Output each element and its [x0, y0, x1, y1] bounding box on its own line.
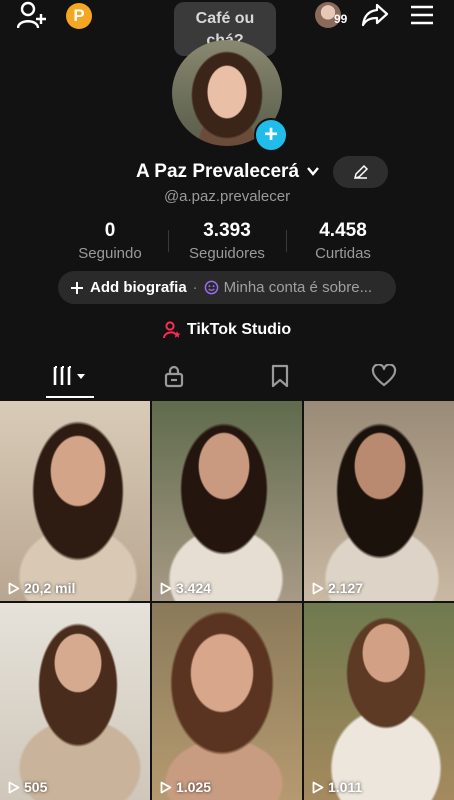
add-avatar-plus-icon[interactable]: +	[254, 118, 288, 152]
tab-liked[interactable]	[362, 356, 406, 396]
view-count: 505	[8, 779, 47, 795]
pencil-icon	[353, 164, 368, 180]
view-count-value: 3.424	[176, 580, 212, 596]
studio-label: TikTok Studio	[186, 321, 292, 338]
stats-row: 0 Seguindo 3.393 Seguidores 4.458 Curtid…	[0, 220, 454, 264]
tiktok-studio-link[interactable]: TikTok Studio	[0, 318, 454, 342]
video-thumbnail[interactable]: 1.011	[304, 603, 454, 800]
play-icon	[8, 781, 20, 793]
heart-icon	[371, 364, 397, 387]
smiley-icon	[204, 280, 219, 295]
stat-divider	[286, 230, 287, 252]
chevron-down-icon[interactable]	[306, 164, 320, 178]
plus-icon	[71, 281, 83, 294]
stat-likes[interactable]: 4.458 Curtidas	[293, 220, 393, 262]
view-count: 1.025	[160, 779, 211, 795]
stat-following-label: Seguindo	[78, 245, 142, 262]
edit-profile-button[interactable]	[333, 156, 388, 188]
video-thumbnail[interactable]: 505	[0, 603, 150, 800]
view-count: 3.424	[160, 580, 211, 596]
stat-followers[interactable]: 3.393 Seguidores	[177, 220, 277, 262]
video-thumbnail[interactable]: 2.127	[304, 401, 454, 601]
play-icon	[160, 781, 172, 793]
view-count-value: 1.011	[328, 779, 363, 795]
tab-private[interactable]	[152, 356, 196, 396]
stat-likes-label: Curtidas	[315, 245, 371, 262]
coin-label: P	[73, 6, 85, 25]
coin-icon[interactable]: P	[66, 3, 92, 29]
lock-icon	[164, 365, 184, 388]
profile-tabs	[0, 356, 454, 400]
stat-following-value: 0	[104, 220, 116, 241]
note-line-1: Café ou	[195, 10, 255, 27]
hamburger-menu-icon[interactable]	[408, 2, 436, 28]
view-count: 2.127	[312, 580, 363, 596]
video-thumbnail[interactable]: 3.424	[152, 401, 302, 601]
tab-saved[interactable]	[258, 356, 302, 396]
video-thumbnail[interactable]: 1.025	[152, 603, 302, 800]
stat-followers-value: 3.393	[203, 220, 251, 241]
add-bio-label: Add biografia	[90, 279, 187, 296]
video-thumbnail[interactable]: 20,2 mil	[0, 401, 150, 601]
play-icon	[312, 781, 324, 793]
view-count: 1.011	[312, 779, 362, 795]
play-icon	[8, 582, 20, 594]
active-tab-indicator	[46, 396, 94, 398]
studio-user-star-icon	[162, 321, 181, 339]
add-bio-button[interactable]: Add biografia · Minha conta é sobre...	[58, 271, 396, 304]
view-count-value: 2.127	[328, 580, 364, 596]
add-user-icon[interactable]	[14, 0, 50, 30]
view-count: 20,2 mil	[8, 580, 75, 596]
notification-count: 99	[334, 12, 348, 26]
tab-videos[interactable]	[46, 356, 94, 396]
bio-separator: ·	[192, 279, 198, 296]
videos-grid-icon	[53, 366, 85, 385]
view-count-value: 20,2 mil	[24, 580, 76, 596]
display-name: A Paz Prevalecerá	[136, 161, 300, 182]
play-icon	[160, 582, 172, 594]
share-icon[interactable]	[360, 1, 390, 29]
play-icon	[312, 582, 324, 594]
bio-prompt: Minha conta é sobre...	[223, 279, 373, 296]
view-count-value: 1.025	[176, 779, 212, 795]
stat-followers-label: Seguidores	[189, 245, 265, 262]
stat-following[interactable]: 0 Seguindo	[60, 220, 160, 262]
stat-divider	[168, 230, 169, 252]
stat-likes-value: 4.458	[319, 220, 367, 241]
video-grid: 20,2 mil 3.424 2.127 505 1.025 1.011	[0, 401, 454, 800]
username: @a.paz.prevalecer	[163, 188, 291, 205]
view-count-value: 505	[24, 779, 48, 795]
bookmark-icon	[271, 364, 289, 388]
